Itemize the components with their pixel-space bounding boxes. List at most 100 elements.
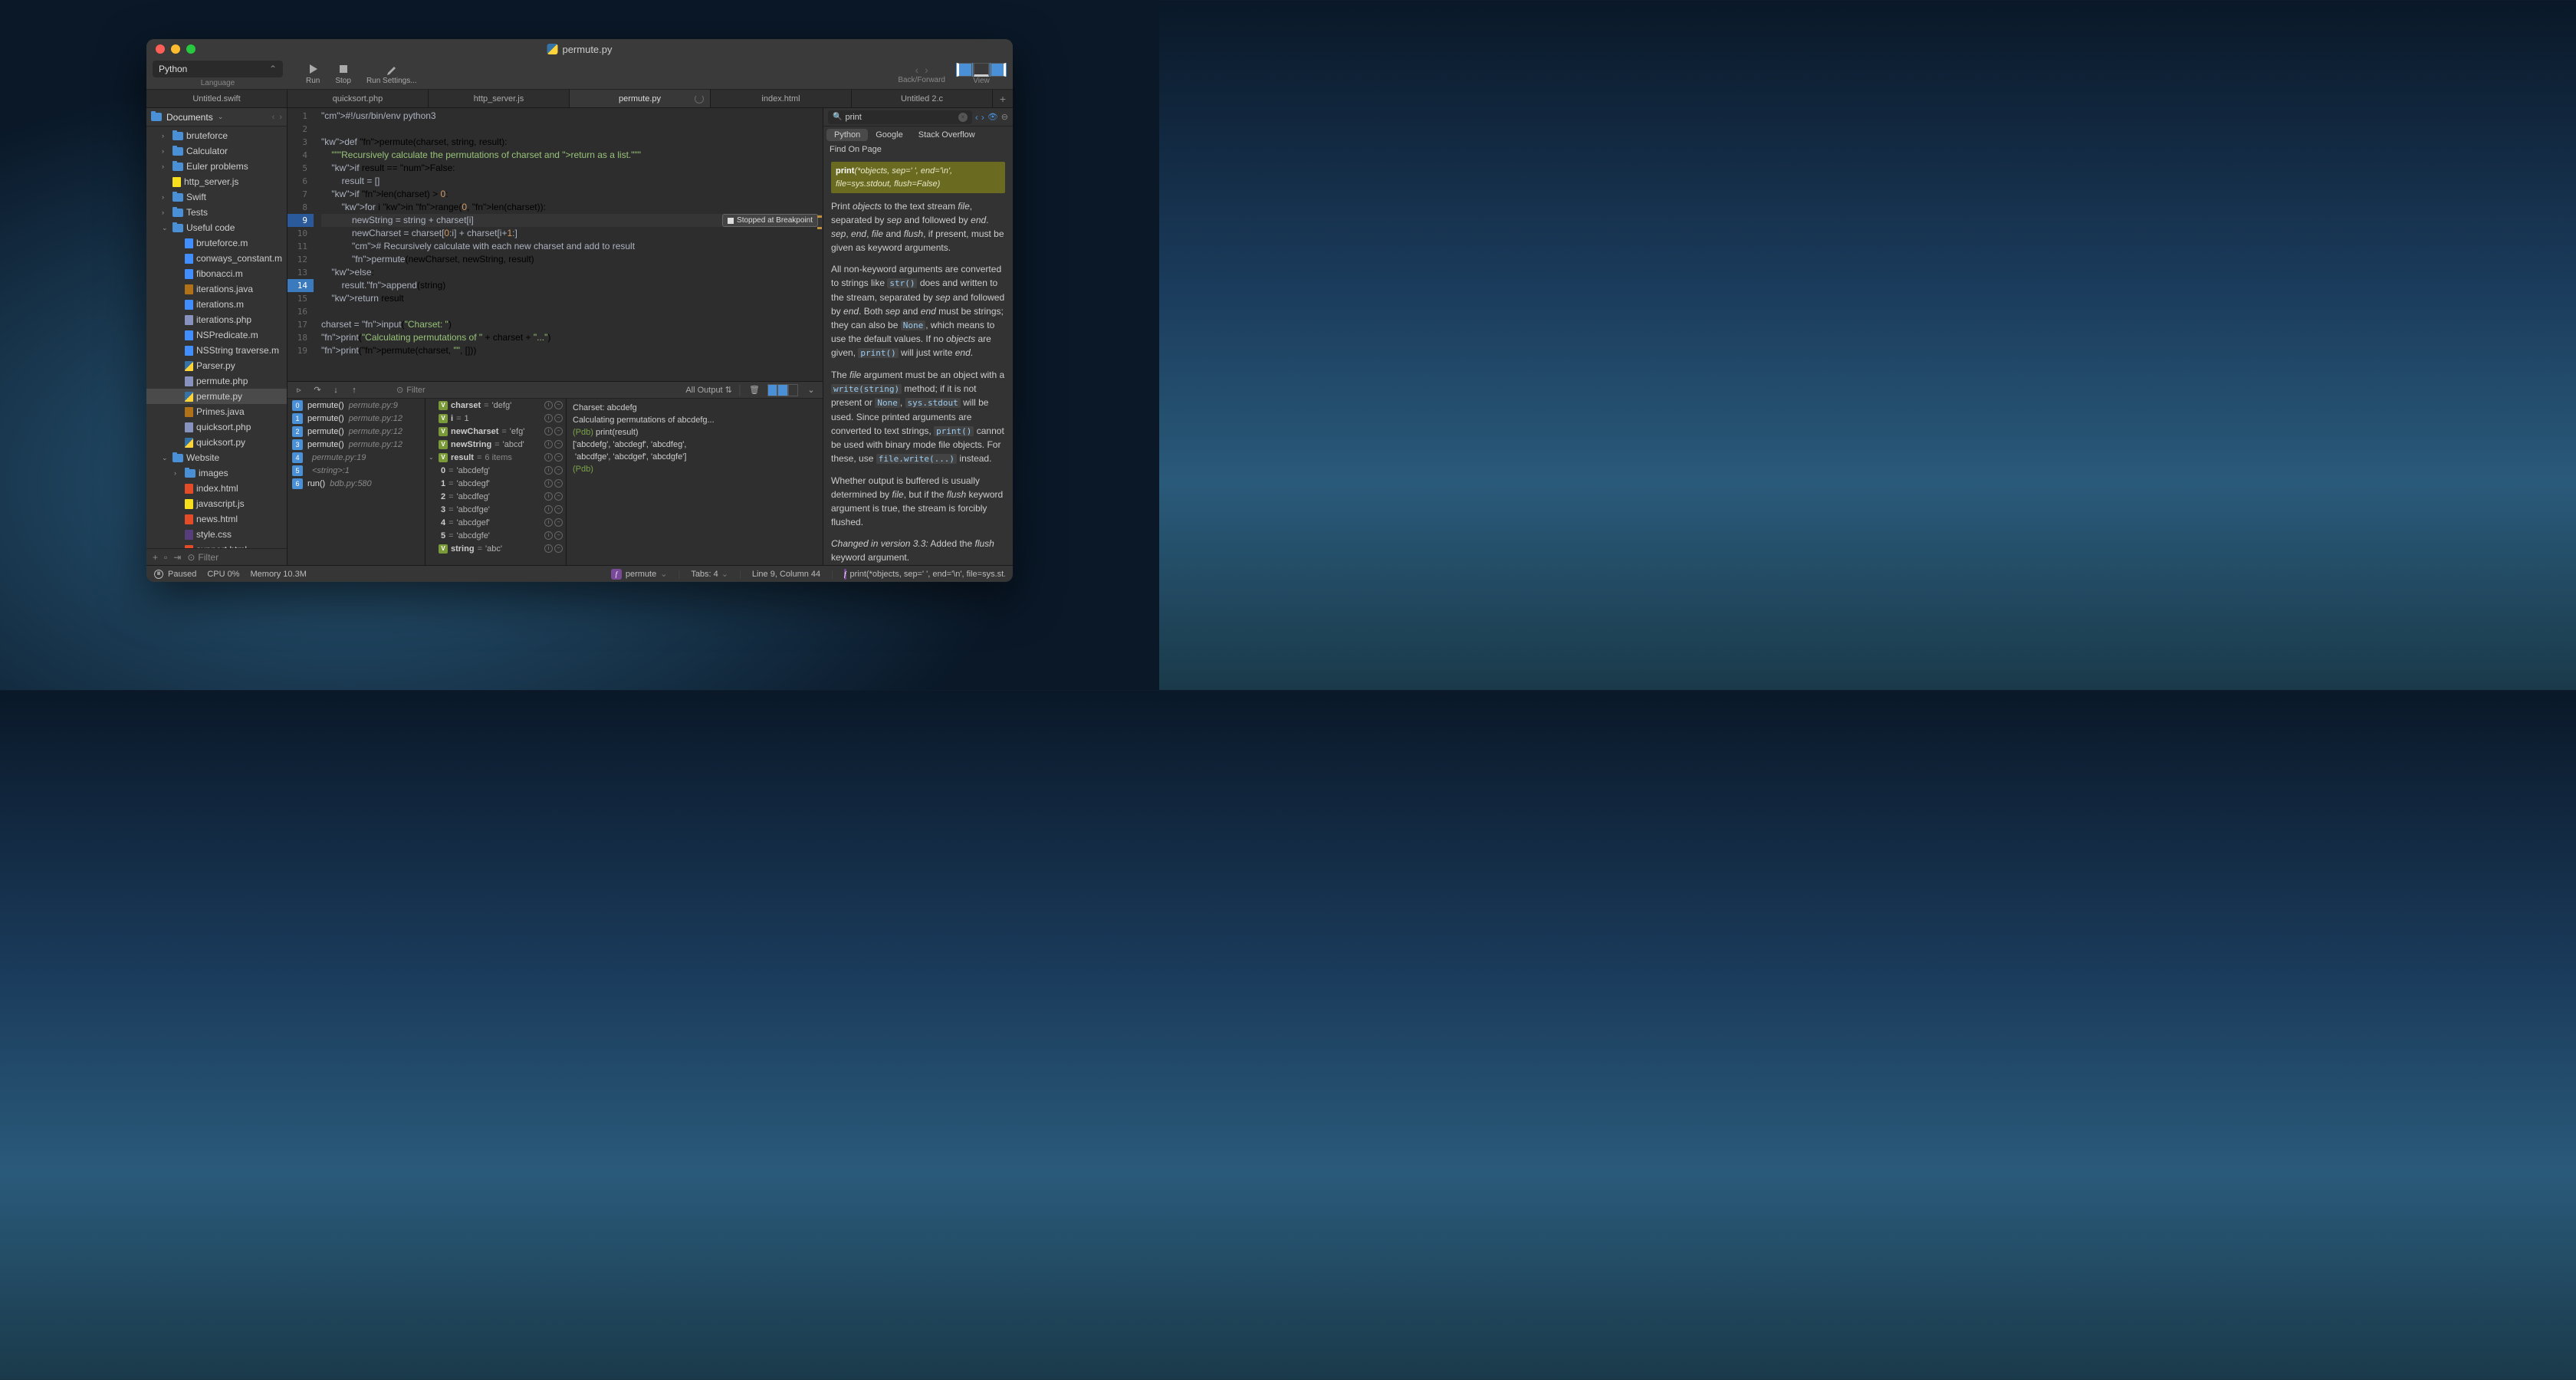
language-select[interactable]: Python⌃: [153, 61, 283, 77]
view-right-panel[interactable]: [990, 63, 1007, 77]
tab-http_server-js[interactable]: http_server.js: [429, 90, 570, 107]
code-line[interactable]: "kw">else:: [321, 266, 823, 279]
line-number[interactable]: 6: [288, 175, 314, 188]
variable-row[interactable]: Vi = 1i−: [426, 412, 566, 425]
symbol-nav[interactable]: fpermute⌄: [611, 569, 668, 580]
variable-row[interactable]: 3 = 'abcdfge'i−: [426, 503, 566, 516]
variable-row[interactable]: 5 = 'abcdgfe'i−: [426, 529, 566, 542]
variable-row[interactable]: Vcharset = 'defg'i−: [426, 399, 566, 412]
tab-size[interactable]: Tabs: 4: [691, 570, 718, 579]
pause-status[interactable]: ⏸Paused: [154, 570, 196, 579]
remove-icon[interactable]: −: [554, 492, 563, 501]
line-number[interactable]: 7: [288, 188, 314, 201]
info-icon[interactable]: i: [544, 401, 553, 409]
maximize-button[interactable]: [186, 44, 196, 54]
file-style-css[interactable]: style.css: [146, 527, 287, 542]
remove-icon[interactable]: −: [554, 479, 563, 488]
remove-icon[interactable]: −: [554, 427, 563, 435]
info-icon[interactable]: i: [544, 414, 553, 422]
disclosure-icon[interactable]: ›: [162, 193, 169, 201]
file-fibonacci-m[interactable]: fibonacci.m: [146, 266, 287, 281]
line-number[interactable]: 3: [288, 136, 314, 149]
new-folder-button[interactable]: ▫: [164, 552, 167, 563]
variable-row[interactable]: 0 = 'abcdefg'i−: [426, 464, 566, 477]
tab-index-html[interactable]: index.html: [711, 90, 852, 107]
find-on-page[interactable]: Find On Page: [823, 143, 1013, 156]
line-number[interactable]: 10: [288, 227, 314, 240]
eye-icon[interactable]: 👁: [987, 112, 998, 122]
remove-icon[interactable]: −: [554, 466, 563, 475]
code-line[interactable]: result."fn">append(string): [321, 279, 823, 292]
file-news-html[interactable]: news.html: [146, 511, 287, 527]
file-Parser-py[interactable]: Parser.py: [146, 358, 287, 373]
info-icon[interactable]: i: [544, 453, 553, 462]
step-over-button[interactable]: ↷: [310, 384, 324, 396]
new-tab-button[interactable]: +: [993, 90, 1013, 107]
variable-row[interactable]: 1 = 'abcdegf'i−: [426, 477, 566, 490]
stack-frame[interactable]: 1permute()permute.py:12: [288, 412, 425, 425]
file-bruteforce-m[interactable]: bruteforce.m: [146, 235, 287, 251]
code-line[interactable]: "kw">for i "kw">in "fn">range(0, "fn">le…: [321, 201, 823, 214]
folder-Euler-problems[interactable]: ›Euler problems: [146, 159, 287, 174]
line-number[interactable]: 17: [288, 318, 314, 331]
info-icon[interactable]: i: [544, 505, 553, 514]
variable-row[interactable]: ⌄Vresult = 6 itemsi−: [426, 451, 566, 464]
tab-quicksort-php[interactable]: quicksort.php: [288, 90, 429, 107]
output-select[interactable]: All Output⇅: [685, 385, 732, 395]
line-number[interactable]: 4: [288, 149, 314, 162]
tab-permute-py[interactable]: permute.py: [570, 90, 711, 107]
variable-row[interactable]: VnewCharset = 'efg'i−: [426, 425, 566, 438]
line-number[interactable]: 8: [288, 201, 314, 214]
info-icon[interactable]: i: [544, 518, 553, 527]
disclosure-icon[interactable]: ⌄: [162, 224, 169, 232]
tab-Untitled-swift[interactable]: Untitled.swift: [146, 90, 288, 107]
file-support-html[interactable]: support.html: [146, 542, 287, 548]
action-button[interactable]: ⇥: [173, 552, 181, 563]
code-line[interactable]: [321, 305, 823, 318]
disclosure-icon[interactable]: ›: [162, 132, 169, 140]
line-number[interactable]: 9: [288, 214, 314, 227]
stack-frame[interactable]: 2permute()permute.py:12: [288, 425, 425, 438]
code-line[interactable]: "fn">permute(newCharset, newString, resu…: [321, 253, 823, 266]
debug-filter[interactable]: ⊙Filter: [366, 385, 681, 395]
info-icon[interactable]: i: [544, 544, 553, 553]
debug-panel-right[interactable]: [788, 384, 798, 396]
run-settings-button[interactable]: Run Settings...: [359, 63, 425, 85]
info-icon[interactable]: i: [544, 531, 553, 540]
doc-sig-status[interactable]: fprint(*objects, sep=' ', end='\n', file…: [844, 569, 1005, 580]
code-line[interactable]: [321, 123, 823, 136]
code-line[interactable]: result = []: [321, 175, 823, 188]
clear-console-button[interactable]: 🗑: [748, 384, 761, 396]
debug-panel-left[interactable]: [767, 384, 777, 396]
line-number[interactable]: 11: [288, 240, 314, 253]
debug-panel-mid[interactable]: [777, 384, 787, 396]
doc-tab-stack-overflow[interactable]: Stack Overflow: [911, 129, 983, 141]
step-out-button[interactable]: ↑: [347, 384, 361, 396]
disclosure-icon[interactable]: ›: [162, 209, 169, 216]
debug-console[interactable]: Charset: abcdefgCalculating permutations…: [567, 399, 823, 565]
line-number[interactable]: 2: [288, 123, 314, 136]
var-disclosure[interactable]: ⌄: [429, 454, 435, 461]
docs-back[interactable]: ‹: [975, 112, 978, 123]
clear-search-button[interactable]: ×: [958, 113, 968, 122]
folder-Calculator[interactable]: ›Calculator: [146, 143, 287, 159]
call-stack[interactable]: 0permute()permute.py:91permute()permute.…: [288, 399, 426, 565]
forward-button[interactable]: ›: [925, 64, 928, 76]
close-button[interactable]: [156, 44, 165, 54]
minimize-button[interactable]: [171, 44, 180, 54]
remove-icon[interactable]: −: [554, 518, 563, 527]
stack-frame[interactable]: 6run()bdb.py:580: [288, 477, 425, 490]
info-icon[interactable]: i: [544, 440, 553, 449]
file-Primes-java[interactable]: Primes.java: [146, 404, 287, 419]
disclosure-icon[interactable]: ⌄: [162, 454, 169, 462]
cursor-position[interactable]: Line 9, Column 44: [752, 570, 820, 579]
code-line[interactable]: charset = "fn">input("Charset: "): [321, 318, 823, 331]
code-editor[interactable]: 12345678910111213141516171819 "cm">#!/us…: [288, 108, 823, 381]
back-button[interactable]: ‹: [915, 64, 918, 76]
disclosure-icon[interactable]: ›: [162, 147, 169, 155]
view-left-panel[interactable]: [956, 63, 973, 77]
titlebar[interactable]: permute.py: [146, 39, 1013, 59]
code-line[interactable]: "cm">#!/usr/bin/env python3: [321, 110, 823, 123]
stack-frame[interactable]: 3permute()permute.py:12: [288, 438, 425, 451]
line-number[interactable]: 5: [288, 162, 314, 175]
